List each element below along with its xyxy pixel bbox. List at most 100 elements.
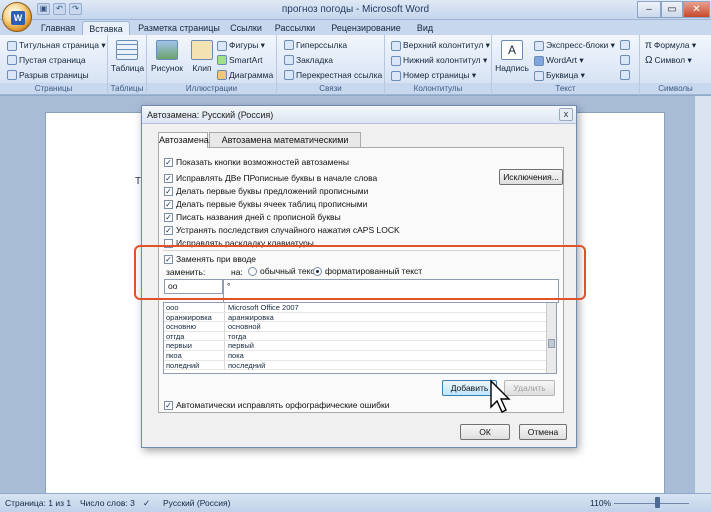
replacement-list[interactable]: ooo Microsoft Office 2007 оранжировка аран…	[163, 302, 557, 374]
word-count[interactable]: Число слов: 3	[80, 498, 135, 508]
window-title: прогноз погоды - Microsoft Word	[281, 4, 430, 15]
ribbon-tabs: Главная Вставка Разметка страницы Ссылки…	[0, 20, 711, 36]
option-capitalize-table-cells[interactable]: ✓ Делать первые буквы ячеек таблиц пропис…	[164, 199, 367, 209]
textbox-button[interactable]: Надпись	[492, 63, 532, 73]
list-item[interactable]: ooo Microsoft Office 2007	[164, 303, 556, 313]
zoom-slider[interactable]	[614, 503, 689, 504]
tab-mailings[interactable]: Рассылки	[270, 21, 320, 36]
footer-button[interactable]: Нижний колонтитул ▾	[391, 55, 487, 66]
exceptions-button[interactable]: Исключения...	[499, 169, 563, 185]
dialog-close-button[interactable]: x	[559, 108, 573, 121]
close-window-button[interactable]: ✕	[683, 1, 710, 18]
textbox-icon[interactable]: A	[501, 40, 523, 60]
office-button[interactable]: W	[2, 2, 32, 32]
picture-icon[interactable]	[156, 40, 178, 60]
date-time-icon[interactable]	[620, 55, 630, 65]
option-capitalize-sentences[interactable]: ✓ Делать первые буквы предложений прописн…	[164, 186, 368, 196]
option-two-initial-caps[interactable]: ✓ Исправлять ДВе ПРописные буквы в начале…	[164, 173, 377, 183]
wordart-button[interactable]: WordArt ▾	[534, 55, 584, 66]
bookmark-button[interactable]: Закладка	[284, 55, 333, 65]
tab-math-autocorrect[interactable]: Автозамена математическими символами	[209, 132, 361, 159]
list-item-with: первый	[228, 341, 254, 351]
list-item[interactable]: основню основной	[164, 322, 556, 332]
blank-page-label: Пустая страница	[19, 55, 86, 65]
vertical-scrollbar[interactable]	[694, 96, 711, 493]
language[interactable]: Русский (Россия)	[163, 498, 230, 508]
picture-button[interactable]: Рисунок	[147, 63, 187, 73]
option-label: Делать первые буквы ячеек таблиц прописн…	[176, 199, 368, 209]
cancel-button[interactable]: Отмена	[519, 424, 567, 440]
option-spell-correct[interactable]: ✓ Автоматически исправлять орфографически…	[164, 400, 389, 410]
chart-button[interactable]: Диаграмма	[217, 70, 273, 80]
checkbox[interactable]: ✓	[164, 157, 173, 167]
smartart-button[interactable]: SmartArt	[217, 55, 263, 65]
dropcap-label: Буквица ▾	[546, 70, 585, 80]
tab-insert[interactable]: Вставка	[82, 21, 130, 36]
list-scrollbar-thumb[interactable]	[548, 339, 555, 348]
object-icon[interactable]	[620, 70, 630, 80]
pi-icon: π	[645, 40, 652, 51]
list-item[interactable]: пкоа пока	[164, 350, 556, 361]
option-show-buttons[interactable]: ✓ Показать кнопки возможностей автозамены	[164, 157, 349, 167]
zoom-level[interactable]: 110%	[590, 498, 611, 508]
option-capitalize-days[interactable]: ✓ Писать названия дней с прописной буквы	[164, 212, 341, 222]
cross-reference-button[interactable]: Перекрестная ссылка	[284, 70, 382, 80]
page-break-button[interactable]: Разрыв страницы	[7, 70, 89, 80]
restore-button[interactable]: ▭	[661, 1, 683, 18]
symbol-button[interactable]: Ω Символ ▾	[645, 55, 692, 66]
table-icon[interactable]	[116, 40, 138, 60]
tab-autocorrect[interactable]: Автозамена	[158, 132, 209, 148]
tab-references[interactable]: Ссылки	[226, 21, 266, 36]
highlight-frame	[134, 245, 586, 300]
option-label: Исправлять ДВе ПРописные буквы в начале …	[176, 173, 378, 183]
clip-button[interactable]: Клип	[182, 63, 222, 73]
header-button[interactable]: Верхний колонтитул ▾	[391, 40, 490, 51]
cover-page-button[interactable]: Титульная страница ▾	[7, 40, 106, 51]
ok-button[interactable]: ОК	[460, 424, 510, 440]
group-label-tables: Таблицы	[108, 83, 146, 94]
tab-view[interactable]: Вид	[410, 21, 440, 36]
redo-icon[interactable]: ↷	[69, 3, 82, 15]
option-caps-lock[interactable]: ✓ Устранять последствия случайного нажати…	[164, 225, 400, 235]
list-item[interactable]: первыи первый	[164, 341, 556, 351]
shapes-button[interactable]: Фигуры ▾	[217, 40, 265, 51]
tab-page-layout[interactable]: Разметка страницы	[134, 21, 224, 36]
checkbox[interactable]: ✓	[164, 173, 173, 183]
blank-page-button[interactable]: Пустая страница	[7, 55, 86, 65]
zoom-slider-thumb[interactable]	[655, 497, 660, 508]
checkbox[interactable]: ✓	[164, 212, 173, 222]
save-icon[interactable]: ▣	[37, 3, 50, 15]
quick-parts-button[interactable]: Экспресс-блоки ▾	[534, 40, 615, 51]
tab-review[interactable]: Рецензирование	[326, 21, 406, 36]
list-item[interactable]: оранжировка аранжировка	[164, 312, 556, 323]
table-button[interactable]: Таблица	[108, 63, 147, 73]
symbol-label: Символ ▾	[654, 55, 692, 65]
group-label-links: Связи	[277, 83, 384, 94]
page-number-button[interactable]: Номер страницы ▾	[391, 70, 476, 81]
cover-page-label: Титульная страница ▾	[19, 40, 106, 50]
equation-button[interactable]: π Формула ▾	[645, 40, 696, 51]
wordart-label: WordArt ▾	[546, 55, 584, 65]
list-scrollbar[interactable]	[546, 303, 556, 373]
list-item-with: основной	[228, 322, 261, 332]
list-item[interactable]: поледний последний	[164, 360, 556, 371]
list-item-with: Microsoft Office 2007	[228, 303, 299, 312]
checkbox[interactable]: ✓	[164, 186, 173, 196]
dropcap-button[interactable]: Буквица ▾	[534, 70, 585, 81]
signature-line-icon[interactable]	[620, 40, 630, 50]
minimize-button[interactable]: –	[637, 1, 661, 18]
tab-home[interactable]: Главная	[36, 21, 80, 36]
checkbox[interactable]: ✓	[164, 199, 173, 209]
checkbox[interactable]: ✓	[164, 225, 173, 235]
hyperlink-button[interactable]: Гиперссылка	[284, 40, 347, 50]
word-logo-icon: W	[11, 11, 25, 25]
list-item-replace: пкоа	[165, 350, 225, 360]
checkbox[interactable]: ✓	[164, 400, 173, 410]
undo-icon[interactable]: ↶	[53, 3, 66, 15]
quick-parts-icon	[534, 40, 544, 51]
dropcap-icon	[534, 70, 544, 81]
spelling-icon[interactable]: ✓	[143, 498, 150, 509]
page-count[interactable]: Страница: 1 из 1	[5, 498, 71, 508]
list-item[interactable]: отгда тогда	[164, 331, 556, 342]
clip-icon[interactable]	[191, 40, 213, 60]
